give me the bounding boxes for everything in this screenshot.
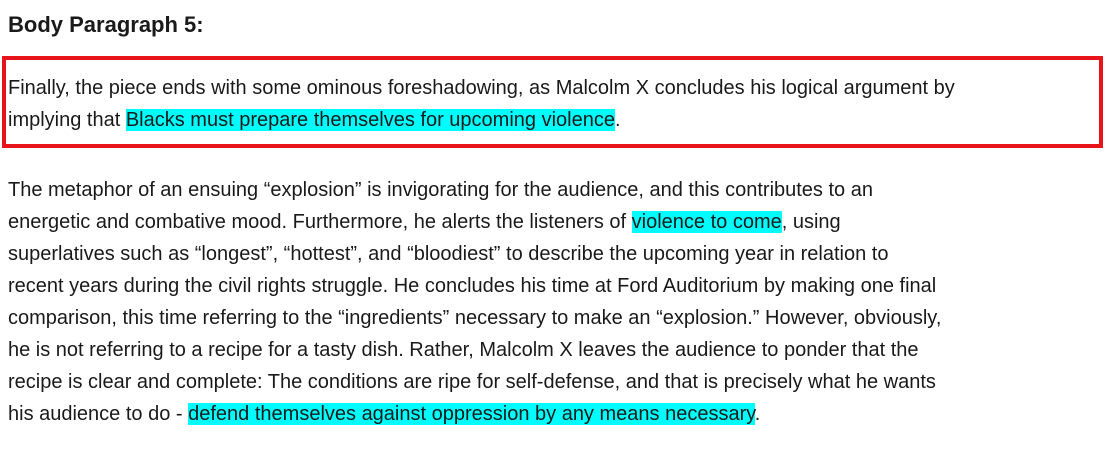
paragraph-line: he is not referring to a recipe for a ta… [8, 339, 919, 361]
paragraph-line: recent years during the civil rights str… [8, 275, 937, 297]
paragraph-line: comparison, this time referring to the “… [8, 307, 942, 329]
text-segment: energetic and combative mood. Furthermor… [8, 211, 632, 233]
paragraph-line: The metaphor of an ensuing “explosion” i… [8, 179, 873, 201]
text-segment: his audience to do - [8, 403, 189, 425]
paragraph-topic-sentence: Finally, the piece ends with some ominou… [8, 72, 1106, 136]
highlighted-text: Blacks must prepare themselves for upcom… [125, 109, 615, 131]
text-segment: , using [781, 211, 841, 233]
paragraph-body: The metaphor of an ensuing “explosion” i… [8, 174, 1106, 430]
text-segment: implying that [8, 109, 126, 131]
highlighted-text: violence to come [631, 211, 782, 233]
paragraph-line: recipe is clear and complete: The condit… [8, 371, 936, 393]
paragraph-line: implying that Blacks must prepare themse… [8, 104, 1106, 136]
section-heading: Body Paragraph 5: [8, 12, 204, 37]
highlighted-text: defend themselves against oppression by … [188, 403, 755, 425]
paragraph-line: superlatives such as “longest”, “hottest… [8, 243, 889, 265]
text-segment: . [754, 403, 761, 425]
paragraph-line: his audience to do - defend themselves a… [8, 398, 1106, 430]
paragraph-line: Finally, the piece ends with some ominou… [8, 77, 955, 99]
paragraph-line: energetic and combative mood. Furthermor… [8, 206, 1106, 238]
text-segment: . [614, 109, 621, 131]
